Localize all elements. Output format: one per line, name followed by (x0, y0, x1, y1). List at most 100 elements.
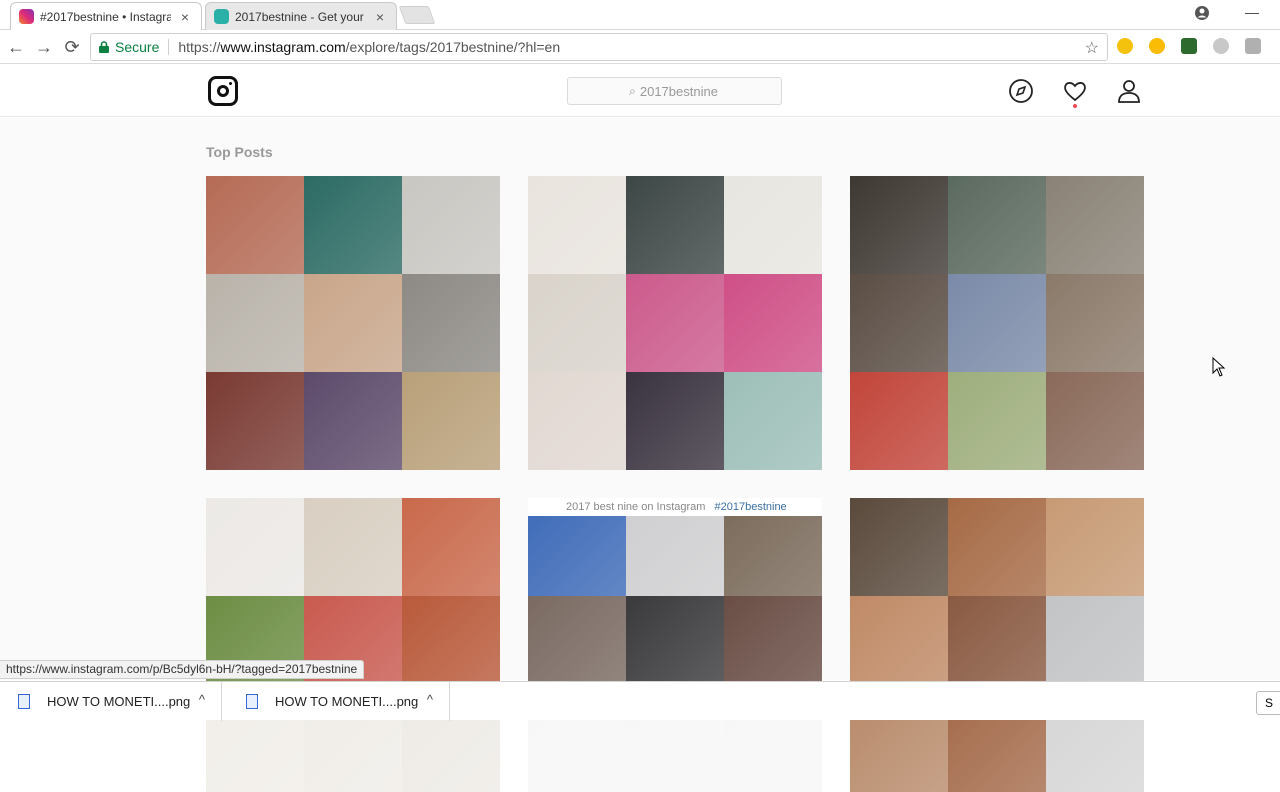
post-thumbnail[interactable]: 2017 best nine on Instagram #2017bestnin… (528, 498, 822, 792)
post-photo-tile (626, 176, 724, 274)
post-thumbnail[interactable] (206, 498, 500, 792)
post-photo-tile (850, 596, 948, 694)
bookmark-star-icon[interactable]: ☆ (1085, 38, 1099, 58)
download-item[interactable]: HOW TO MONETI....png ^ (228, 682, 450, 721)
instagram-logo-icon[interactable] (208, 76, 238, 106)
instagram-favicon-icon (19, 9, 34, 24)
chevron-up-icon[interactable]: ^ (427, 692, 433, 707)
lock-icon (99, 41, 109, 53)
post-hashtag: #2017bestnine (714, 501, 787, 513)
post-photo-tile (948, 498, 1046, 596)
close-tab-icon[interactable]: × (177, 9, 193, 25)
post-photo-tile (304, 596, 402, 694)
new-tab-button[interactable] (398, 6, 436, 24)
post-photo-tile (724, 596, 822, 694)
post-caption-strip: 2017 best nine on Instagram #2017bestnin… (528, 498, 822, 516)
profile-icon[interactable] (1116, 78, 1142, 104)
extension-notify-icon[interactable] (1245, 38, 1261, 54)
post-photo-tile (528, 596, 626, 694)
url-path: /explore/tags/2017bestnine/?hl=en (345, 39, 561, 55)
tab-instagram[interactable]: #2017bestnine • Instagra × (10, 2, 202, 30)
search-input[interactable] (639, 83, 720, 99)
post-photo-tile (724, 274, 822, 372)
post-photo-tile (402, 176, 500, 274)
address-bar[interactable]: Secure https://www.instagram.com/explore… (90, 33, 1108, 61)
reload-button[interactable]: ⟳ (61, 36, 83, 58)
post-photo-tile (402, 498, 500, 596)
post-photo-tile (528, 274, 626, 372)
post-photo-tile (850, 176, 948, 274)
mouse-cursor-icon (1212, 357, 1226, 377)
post-photo-tile (724, 176, 822, 274)
post-photo-tile (304, 498, 402, 596)
post-photo-tile (1046, 372, 1144, 470)
bestnine-favicon-icon (214, 9, 229, 24)
file-icon (246, 694, 258, 709)
url-host: www.instagram.com (220, 39, 346, 55)
post-photo-tile (304, 372, 402, 470)
tab-bestnine[interactable]: 2017bestnine - Get your × (205, 2, 397, 30)
logo-lens (217, 85, 229, 97)
tab-title: #2017bestnine • Instagra (40, 9, 171, 24)
post-photo-tile (206, 372, 304, 470)
post-photo-tile (528, 176, 626, 274)
post-photo-tile (402, 596, 500, 694)
post-photo-tile (1046, 498, 1144, 596)
browser-toolbar: ← → ⟳ Secure https://www.instagram.com/e… (0, 30, 1280, 64)
tab-title: 2017bestnine - Get your (235, 9, 364, 24)
post-caption: 2017 best nine on Instagram (566, 501, 706, 513)
chevron-up-icon[interactable]: ^ (199, 692, 205, 707)
download-filename: HOW TO MONETI....png (275, 694, 419, 709)
post-photo-tile (850, 372, 948, 470)
omnibox-divider (168, 39, 170, 55)
post-photo-tile (850, 274, 948, 372)
post-photo-tile (1046, 596, 1144, 694)
post-photo-tile (626, 274, 724, 372)
post-thumbnail[interactable] (206, 176, 500, 470)
post-photo-tile (948, 274, 1046, 372)
post-photo-tile (948, 176, 1046, 274)
explore-page: Top Posts 2017 best nine on Instagram #2… (0, 118, 1280, 792)
extension-check-icon[interactable] (1181, 38, 1197, 54)
post-photo-tile (402, 274, 500, 372)
extension-gray-icon[interactable] (1213, 38, 1229, 54)
section-title: Top Posts (206, 144, 273, 160)
post-thumbnail[interactable] (850, 498, 1144, 792)
extension-magnifier-icon[interactable] (1117, 38, 1133, 54)
post-photo-tile (948, 372, 1046, 470)
tab-strip: #2017bestnine • Instagra × 2017bestnine … (0, 0, 1280, 30)
secure-label: Secure (115, 39, 160, 55)
post-photo-tile (724, 372, 822, 470)
downloads-bar: HOW TO MONETI....png ^ HOW TO MONETI....… (0, 681, 1280, 721)
minimize-button[interactable]: — (1245, 4, 1259, 20)
post-photo-tile (206, 498, 304, 596)
show-all-button[interactable]: S (1256, 691, 1280, 715)
post-photo-tile (304, 274, 402, 372)
extension-home-icon[interactable] (1149, 38, 1165, 54)
heart-icon[interactable] (1062, 78, 1088, 104)
post-thumbnail[interactable] (528, 176, 822, 470)
profile-icon[interactable] (1194, 5, 1210, 21)
post-photo-tile (1046, 274, 1144, 372)
download-filename: HOW TO MONETI....png (47, 694, 191, 709)
post-photo-tile (1046, 176, 1144, 274)
search-icon: ⌕ (629, 83, 636, 98)
instagram-header: ⌕ (0, 65, 1280, 117)
post-photo-tile (626, 596, 724, 694)
post-photo-tile (626, 372, 724, 470)
post-photo-tile (304, 176, 402, 274)
forward-button[interactable]: → (33, 36, 55, 58)
compass-icon[interactable] (1008, 78, 1034, 104)
post-photo-tile (206, 274, 304, 372)
back-button[interactable]: ← (5, 36, 27, 58)
post-thumbnail[interactable] (850, 176, 1144, 470)
file-icon (18, 694, 30, 709)
post-photo-tile (528, 372, 626, 470)
post-photo-tile (206, 176, 304, 274)
post-photo-tile (948, 596, 1046, 694)
notification-dot (1073, 104, 1077, 108)
search-box[interactable]: ⌕ (567, 77, 782, 105)
download-item[interactable]: HOW TO MONETI....png ^ (0, 682, 222, 721)
close-tab-icon[interactable]: × (372, 9, 388, 25)
status-url: https://www.instagram.com/p/Bc5dyl6n-bH/… (0, 660, 365, 679)
